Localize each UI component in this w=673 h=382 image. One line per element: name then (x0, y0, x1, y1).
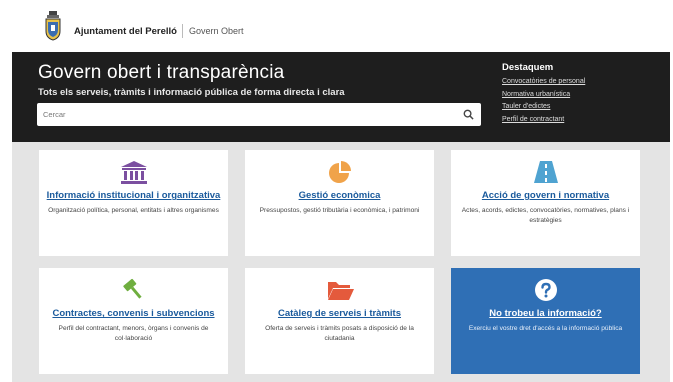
card-institutional-info[interactable]: Informació institucional i organitzativa… (39, 150, 228, 256)
card-title[interactable]: Acció de govern i normativa (457, 190, 634, 201)
coat-of-arms-icon[interactable] (44, 11, 62, 41)
card-description: Organització política, personal, entitat… (48, 207, 219, 214)
card-title[interactable]: Gestió econòmica (251, 190, 428, 201)
card-description: Oferta de serveis i tràmits posats a dis… (265, 325, 414, 342)
card-services-catalog[interactable]: Catàleg de serveis i tràmits Oferta de s… (245, 268, 434, 374)
card-description: Perfil del contractant, menors, òrgans i… (58, 325, 209, 342)
gavel-icon (122, 278, 142, 299)
card-contracts[interactable]: Contractes, convenis i subvencions Perfi… (39, 268, 228, 374)
card-title[interactable]: No trobeu la informació? (457, 308, 634, 319)
institution-icon (120, 161, 147, 184)
featured-link-notice-board[interactable]: Tauler d'edictes (502, 101, 662, 114)
card-description: Exerciu el vostre dret d'accés a la info… (468, 325, 623, 332)
featured-link-urban-regulations[interactable]: Normativa urbanística (502, 89, 662, 102)
pie-chart-icon (328, 161, 351, 183)
featured-section: Destaquem Convocatòries de personal Norm… (502, 62, 662, 126)
page-subtitle: Tots els serveis, tràmits i informació p… (38, 87, 345, 98)
header-divider (182, 24, 183, 38)
top-bar: Ajuntament del Perelló Govern Obert (0, 0, 673, 52)
hero-banner: Govern obert i transparència Tots els se… (12, 52, 670, 142)
road-icon (533, 161, 558, 183)
card-title[interactable]: Catàleg de serveis i tràmits (251, 308, 428, 319)
search-icon (463, 109, 474, 120)
card-title[interactable]: Informació institucional i organitzativa (45, 190, 222, 201)
org-name[interactable]: Ajuntament del Perelló (74, 26, 177, 37)
card-title[interactable]: Contractes, convenis i subvencions (45, 308, 222, 319)
card-economic-management[interactable]: Gestió econòmica Pressupostos, gestió tr… (245, 150, 434, 256)
card-info-not-found[interactable]: No trobeu la informació? Exerciu el vost… (451, 268, 640, 374)
card-description: Pressupostos, gestió tributària i econòm… (259, 207, 420, 214)
search-box (37, 103, 481, 126)
search-input[interactable] (37, 103, 447, 126)
card-description: Actes, acords, edictes, convocatòries, n… (461, 207, 630, 224)
page-title: Govern obert i transparència (38, 62, 285, 83)
featured-link-job-calls[interactable]: Convocatòries de personal (502, 76, 662, 89)
portal-name[interactable]: Govern Obert (189, 26, 244, 36)
card-government-action[interactable]: Acció de govern i normativa Actes, acord… (451, 150, 640, 256)
folder-open-icon (327, 282, 354, 300)
featured-link-contractor-profile[interactable]: Perfil de contractant (502, 114, 662, 127)
question-circle-icon (534, 279, 557, 301)
search-button[interactable] (460, 106, 477, 123)
featured-title: Destaquem (502, 62, 554, 73)
